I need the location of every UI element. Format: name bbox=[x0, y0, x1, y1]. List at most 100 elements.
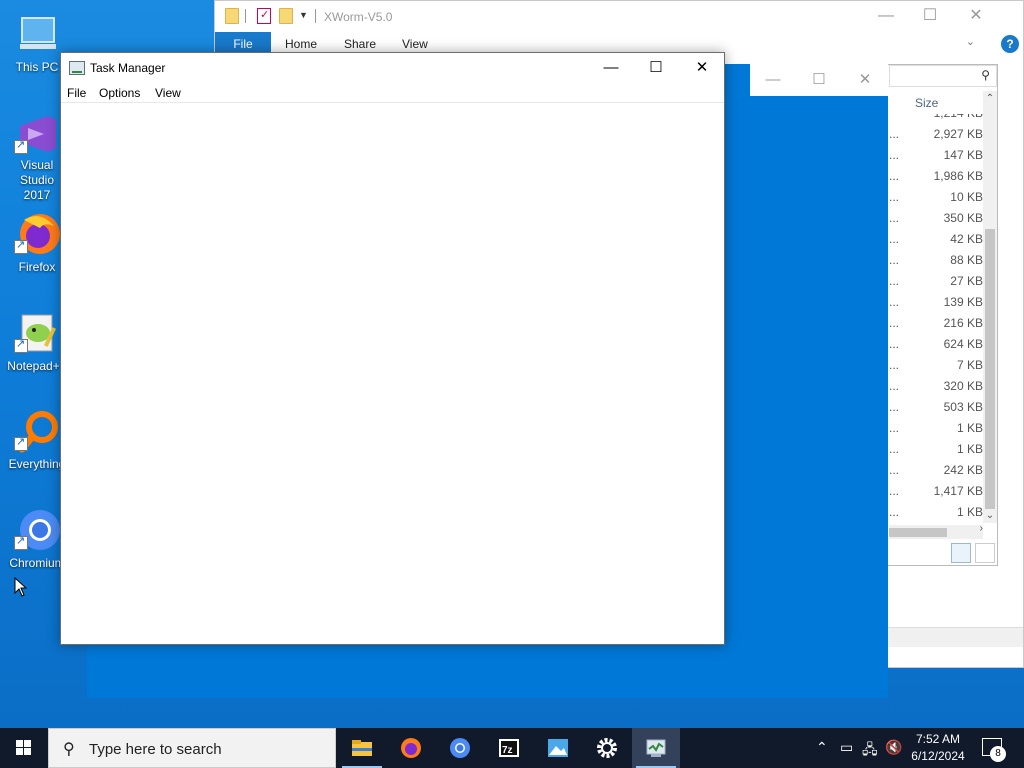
customize-quick-access-icon[interactable]: ▼ bbox=[299, 10, 308, 20]
scroll-down-icon[interactable]: ⌄ bbox=[983, 510, 997, 521]
scroll-up-icon[interactable]: ⌃ bbox=[983, 93, 997, 104]
list-item[interactable]: ... 242 KB bbox=[889, 460, 983, 481]
divider bbox=[315, 9, 316, 23]
close-button[interactable]: ✕ bbox=[953, 1, 999, 31]
minimize-button[interactable]: — bbox=[588, 53, 634, 83]
file-size: 1 KB bbox=[956, 421, 983, 435]
taskbar-search-input[interactable]: ⚲ Type here to search bbox=[48, 728, 336, 768]
list-item[interactable]: ... 10 KB bbox=[889, 187, 983, 208]
list-item[interactable]: ... 147 KB bbox=[889, 145, 983, 166]
list-item[interactable]: ... 350 KB bbox=[889, 208, 983, 229]
explorer-titlebar[interactable]: ▼ XWorm-V5.0 — ☐ ✕ bbox=[215, 1, 1023, 33]
truncated-name: ... bbox=[889, 232, 900, 246]
show-hidden-icons-icon[interactable]: ⌃ bbox=[816, 739, 828, 756]
taskbar: ⚲ Type here to search 7z ⌃ ▭ 🖧 🔇 7:52 AM… bbox=[0, 728, 1024, 768]
task-manager-icon bbox=[645, 737, 667, 759]
system-clock[interactable]: 7:52 AM 6/12/2024 bbox=[900, 731, 976, 765]
search-icon: ⚲ bbox=[981, 68, 990, 82]
truncated-name: ... bbox=[889, 463, 900, 477]
details-view-icon[interactable] bbox=[951, 543, 971, 563]
file-size: 1 KB bbox=[956, 505, 983, 519]
menu-options[interactable]: Options bbox=[99, 86, 140, 100]
column-header-size[interactable]: Size bbox=[915, 96, 938, 110]
maximize-button[interactable]: ☐ bbox=[633, 53, 679, 83]
help-icon[interactable]: ? bbox=[1001, 35, 1019, 53]
tablet-icon[interactable]: ▭ bbox=[840, 739, 853, 756]
chevron-down-icon[interactable]: ⌄ bbox=[966, 35, 975, 48]
taskbar-photos[interactable] bbox=[534, 728, 582, 768]
taskbar-settings[interactable] bbox=[583, 728, 631, 768]
scroll-right-icon[interactable]: › bbox=[980, 523, 983, 534]
network-disconnected-icon[interactable]: 🖧 bbox=[862, 739, 878, 763]
close-button[interactable]: ✕ bbox=[842, 64, 888, 96]
desktop-icon-label: Visual Studio 2017 bbox=[19, 158, 55, 202]
horizontal-scrollbar[interactable]: › bbox=[889, 523, 983, 539]
taskbar-chromium[interactable] bbox=[436, 728, 484, 768]
list-item[interactable]: 1,214 KB bbox=[889, 114, 983, 124]
start-button[interactable] bbox=[0, 728, 48, 768]
taskbar-task-manager[interactable] bbox=[632, 728, 680, 768]
taskbar-7zip[interactable]: 7z bbox=[485, 728, 533, 768]
window-title: Task Manager bbox=[90, 61, 166, 75]
minimize-button[interactable]: — bbox=[863, 1, 909, 31]
list-item[interactable]: ... 1 KB bbox=[889, 418, 983, 439]
file-size: 10 KB bbox=[950, 190, 983, 204]
list-item[interactable]: ... 139 KB bbox=[889, 292, 983, 313]
list-item[interactable]: ... 7 KB bbox=[889, 355, 983, 376]
divider bbox=[245, 9, 246, 23]
maximize-button[interactable]: ☐ bbox=[907, 1, 953, 31]
list-item[interactable]: ... 42 KB bbox=[889, 229, 983, 250]
list-item[interactable]: ... 216 KB bbox=[889, 313, 983, 334]
list-item[interactable]: ... 1,417 KB bbox=[889, 481, 983, 502]
truncated-name: ... bbox=[889, 421, 900, 435]
file-size: 242 KB bbox=[943, 463, 983, 477]
scrollbar-thumb[interactable] bbox=[889, 528, 947, 537]
task-manager-window[interactable]: Task Manager — ☐ ✕ File Options View bbox=[60, 52, 725, 645]
search-icon: ⚲ bbox=[63, 741, 75, 758]
menu-view[interactable]: View bbox=[155, 86, 181, 100]
list-item[interactable]: ... 320 KB bbox=[889, 376, 983, 397]
photos-icon bbox=[547, 737, 569, 759]
window-titlebar[interactable]: — ☐ ✕ bbox=[750, 64, 888, 96]
list-item[interactable]: ... 503 KB bbox=[889, 397, 983, 418]
vertical-scrollbar[interactable]: ⌃ ⌄ bbox=[983, 91, 997, 523]
shortcut-arrow-icon bbox=[14, 337, 28, 353]
truncated-name: ... bbox=[889, 316, 900, 330]
close-button[interactable]: ✕ bbox=[679, 53, 725, 83]
truncated-name: ... bbox=[889, 253, 900, 267]
list-item[interactable]: ... 2,927 KB bbox=[889, 124, 983, 145]
task-manager-icon bbox=[69, 61, 85, 75]
file-explorer-icon bbox=[351, 737, 373, 759]
new-folder-icon[interactable] bbox=[279, 8, 293, 24]
truncated-name: ... bbox=[889, 274, 900, 288]
large-icons-view-icon[interactable] bbox=[975, 543, 995, 563]
shortcut-arrow-icon bbox=[14, 138, 28, 154]
taskbar-file-explorer[interactable] bbox=[338, 728, 386, 768]
list-item[interactable]: ... 1,986 KB bbox=[889, 166, 983, 187]
list-item[interactable]: ... 88 KB bbox=[889, 250, 983, 271]
scrollbar-thumb[interactable] bbox=[985, 229, 995, 509]
search-input[interactable]: ⚲ bbox=[889, 65, 997, 87]
chromium-icon bbox=[449, 737, 471, 759]
truncated-name: ... bbox=[889, 400, 900, 414]
truncated-name: ... bbox=[889, 442, 900, 456]
truncated-name: ... bbox=[889, 127, 900, 141]
clock-date: 6/12/2024 bbox=[911, 749, 965, 763]
notification-count-badge: 8 bbox=[990, 746, 1006, 762]
taskbar-firefox[interactable] bbox=[387, 728, 435, 768]
properties-icon[interactable] bbox=[257, 8, 271, 24]
file-size: 147 KB bbox=[943, 148, 983, 162]
file-size: 27 KB bbox=[950, 274, 983, 288]
window-title: XWorm-V5.0 bbox=[324, 10, 393, 24]
list-item[interactable]: ... 27 KB bbox=[889, 271, 983, 292]
list-item[interactable]: ... 1 KB bbox=[889, 439, 983, 460]
menu-file[interactable]: File bbox=[67, 86, 86, 100]
windows-logo-icon bbox=[16, 740, 32, 756]
file-size: 350 KB bbox=[943, 211, 983, 225]
task-manager-titlebar[interactable]: Task Manager — ☐ ✕ bbox=[61, 53, 724, 83]
minimize-button[interactable]: — bbox=[750, 64, 796, 96]
truncated-name: ... bbox=[889, 337, 900, 351]
maximize-button[interactable]: ☐ bbox=[796, 64, 842, 96]
list-item[interactable]: ... 1 KB bbox=[889, 502, 983, 523]
list-item[interactable]: ... 624 KB bbox=[889, 334, 983, 355]
